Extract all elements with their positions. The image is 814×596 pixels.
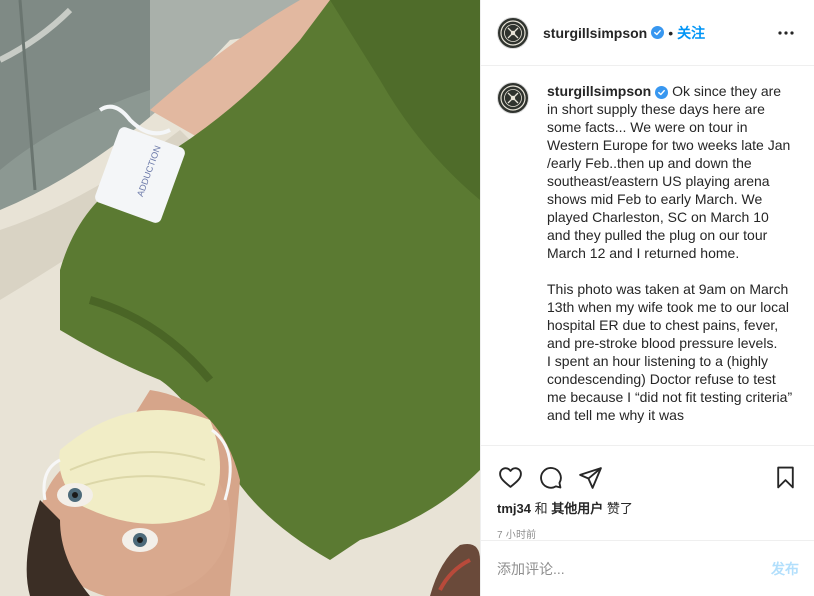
bookmark-icon[interactable]: [772, 464, 798, 490]
more-options-icon[interactable]: [774, 21, 798, 45]
action-bar: [481, 446, 814, 508]
verified-badge-icon: [655, 86, 669, 99]
avatar-logo-icon: [500, 19, 526, 46]
header-username[interactable]: sturgillsimpson: [543, 25, 647, 41]
post-timestamp[interactable]: 7 小时前: [481, 526, 814, 541]
caption-body: Ok since they are in short supply these …: [547, 83, 793, 423]
follow-button[interactable]: 关注: [677, 23, 705, 43]
comment-input[interactable]: [497, 560, 771, 577]
caption-text: sturgillsimpson Ok since they are in sho…: [547, 82, 793, 424]
dot-separator: •: [668, 24, 674, 41]
paper-plane-icon[interactable]: [577, 464, 603, 490]
verified-badge-icon: [651, 26, 665, 39]
comment-bar: 发布: [481, 540, 814, 596]
post-side-panel: sturgillsimpson • 关注 sturgillsimpson Ok …: [480, 0, 814, 596]
photo-illustration: ADDUCTION: [0, 0, 480, 596]
avatar[interactable]: [497, 16, 529, 49]
caption-username[interactable]: sturgillsimpson: [547, 83, 651, 99]
post-comment-button[interactable]: 发布: [771, 559, 799, 579]
heart-icon[interactable]: [497, 464, 523, 490]
post-photo[interactable]: ADDUCTION: [0, 0, 480, 596]
caption-row: sturgillsimpson Ok since they are in sho…: [497, 82, 798, 424]
post-header: sturgillsimpson • 关注: [481, 0, 814, 66]
avatar-logo-icon: [500, 85, 526, 111]
comment-icon[interactable]: [537, 464, 563, 490]
caption-scroll-area[interactable]: sturgillsimpson Ok since they are in sho…: [481, 66, 814, 446]
caption-avatar[interactable]: [497, 82, 529, 114]
